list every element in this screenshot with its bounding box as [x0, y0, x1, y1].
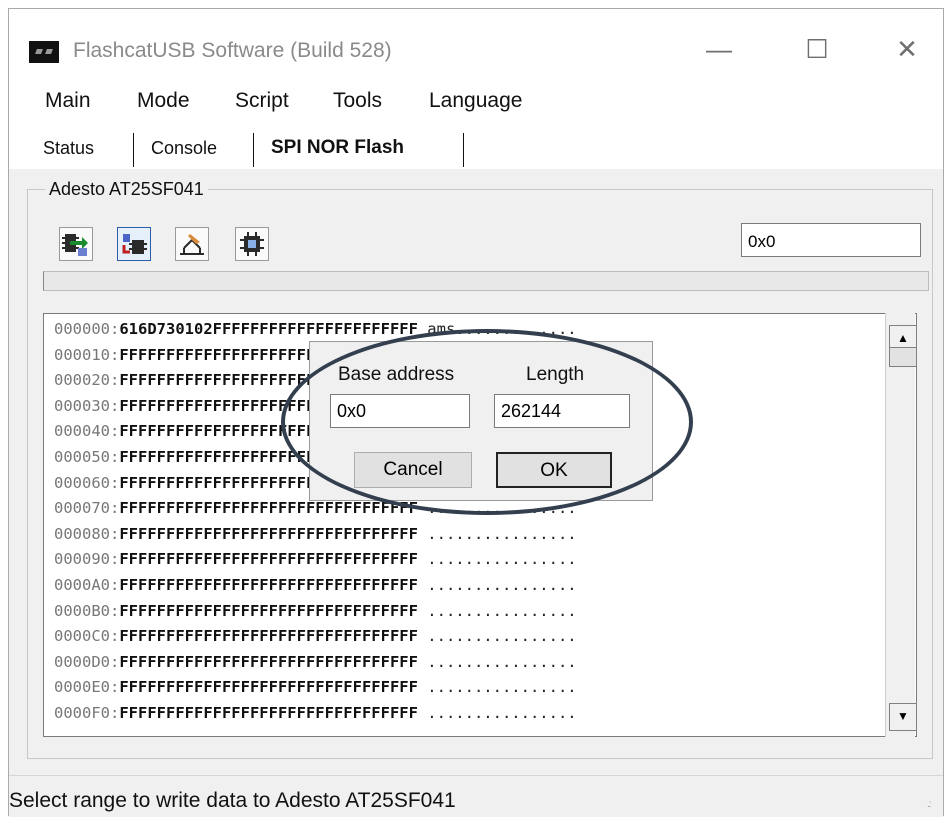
menu-script[interactable]: Script [235, 89, 289, 113]
menu-mode[interactable]: Mode [137, 89, 190, 113]
hex-row-address: 000060: [54, 473, 120, 492]
hex-row-bytes: FFFFFFFFFFFFFFFFFFFFFFFFFFFFFFFF [119, 576, 418, 594]
menu-bar: Main Mode Script Tools Language [9, 77, 943, 123]
hex-row-bytes: FFFFFFFFFFFFFFFFFFFFFFFFFFFFFFFF [119, 627, 418, 646]
hex-row-ascii: ................ [427, 524, 577, 543]
tab-divider [133, 133, 134, 167]
address-field[interactable]: 0x0 [741, 223, 921, 257]
length-label: Length [526, 364, 585, 385]
hex-row: 0000E0:FFFFFFFFFFFFFFFFFFFFFFFFFFFFFFFF … [54, 678, 577, 704]
hex-row-address: 000070: [54, 499, 120, 518]
hex-row-bytes: FFFFFFFFFFFFFFFFFFFFFFFFFFFFFFFF [119, 499, 418, 518]
ok-button[interactable]: OK [496, 452, 612, 488]
device-group-title: Adesto AT25SF041 [45, 179, 208, 200]
hex-row-address: 000090: [54, 550, 120, 569]
tab-status[interactable]: Status [43, 131, 94, 165]
hex-row-address: 0000D0: [54, 652, 120, 671]
minimize-button[interactable]: — [697, 31, 741, 67]
status-text: Select range to write data to Adesto AT2… [9, 789, 456, 812]
hex-row: 000070:FFFFFFFFFFFFFFFFFFFFFFFFFFFFFFFF … [54, 499, 577, 525]
hex-row: 0000C0:FFFFFFFFFFFFFFFFFFFFFFFFFFFFFFFF … [54, 627, 577, 653]
hex-row-bytes: FFFFFFFFFFFFFFFFFFFFFFFFFFFFFFFF [119, 678, 418, 697]
tab-divider [463, 133, 464, 167]
hex-row-address: 000000: [54, 320, 120, 338]
hex-row-ascii: ................ [427, 550, 577, 569]
base-address-input[interactable]: 0x0 [330, 394, 470, 428]
hex-row-ascii: ................ [427, 678, 577, 697]
vertical-scrollbar[interactable] [885, 313, 915, 737]
close-button[interactable]: ✕ [885, 31, 929, 67]
read-chip-icon [62, 234, 88, 256]
tab-strip: Status Console SPI NOR Flash [9, 123, 943, 169]
read-chip-button[interactable] [59, 227, 93, 261]
hex-row-gap [418, 627, 427, 645]
app-cat-icon [29, 41, 59, 63]
hex-row-address: 000020: [54, 371, 120, 390]
hex-row-address: 000010: [54, 345, 120, 364]
hex-row-bytes: FFFFFFFFFFFFFFFFFFFFFFFFFFFFFFFF [119, 652, 418, 671]
app-window: FlashcatUSB Software (Build 528) — ☐ ✕ M… [8, 8, 944, 817]
maximize-button[interactable]: ☐ [795, 31, 839, 67]
tab-spi-nor-flash[interactable]: SPI NOR Flash [271, 131, 404, 165]
tab-console[interactable]: Console [151, 131, 217, 165]
hex-row-address: 0000E0: [54, 678, 120, 697]
hex-row-gap [418, 653, 427, 671]
hex-row-address: 0000A0: [54, 576, 120, 594]
range-dialog: Base address Length 0x0 262144 Cancel OK [309, 341, 653, 501]
write-chip-button[interactable] [117, 227, 151, 261]
menu-language[interactable]: Language [429, 89, 522, 113]
hex-row-gap [418, 704, 427, 722]
verify-chip-button[interactable] [235, 227, 269, 261]
hex-row-address: 000080: [54, 524, 120, 543]
hex-row-ascii: ................ [427, 627, 577, 646]
hex-row: 000080:FFFFFFFFFFFFFFFFFFFFFFFFFFFFFFFF … [54, 525, 577, 551]
hex-row-gap [418, 550, 427, 568]
menu-tools[interactable]: Tools [333, 89, 382, 113]
hex-row-ascii: ................ [427, 601, 577, 620]
hex-row-bytes: FFFFFFFFFFFFFFFFFFFFFFFFFFFFFFFF [119, 524, 418, 543]
hex-row: 000090:FFFFFFFFFFFFFFFFFFFFFFFFFFFFFFFF … [54, 550, 577, 576]
erase-chip-button[interactable] [175, 227, 209, 261]
window-title: FlashcatUSB Software (Build 528) [73, 39, 392, 62]
base-address-label: Base address [338, 364, 455, 385]
erase-chip-icon [180, 234, 204, 255]
hex-row-gap [418, 678, 427, 696]
resize-grip-icon[interactable]: .: [927, 799, 931, 810]
hex-row-address: 000040: [54, 422, 120, 441]
hex-row-bytes: FFFFFFFFFFFFFFFFFFFFFFFFFFFFFFFF [119, 550, 418, 569]
progress-bar [43, 271, 929, 291]
hex-row-bytes: 616D730102FFFFFFFFFFFFFFFFFFFFFF [119, 320, 418, 338]
menu-main[interactable]: Main [45, 89, 91, 113]
verify-chip-icon [240, 232, 264, 256]
hex-row: 0000A0:FFFFFFFFFFFFFFFFFFFFFFFFFFFFFFFF … [54, 576, 577, 602]
cancel-button[interactable]: Cancel [354, 452, 472, 488]
hex-row-address: 000030: [54, 396, 120, 415]
hex-row-ascii: ................ [427, 576, 577, 594]
hex-row-bytes: FFFFFFFFFFFFFFFFFFFFFFFFFFFFFFFF [119, 704, 418, 722]
title-bar: FlashcatUSB Software (Build 528) — ☐ ✕ [9, 9, 943, 77]
hex-row: 0000D0:FFFFFFFFFFFFFFFFFFFFFFFFFFFFFFFF … [54, 653, 577, 679]
hex-row-address: 0000C0: [54, 627, 120, 646]
hex-row-ascii: ................ [427, 704, 577, 722]
hex-row: 0000F0:FFFFFFFFFFFFFFFFFFFFFFFFFFFFFFFF … [54, 704, 577, 730]
hex-row-bytes: FFFFFFFFFFFFFFFFFFFFFFFFFFFFFFFF [119, 601, 418, 620]
hex-row-ascii: ................ [427, 499, 577, 518]
hex-row-ascii: ................ [427, 652, 577, 671]
hex-row-address: 000050: [54, 448, 120, 466]
hex-row-gap [418, 602, 427, 620]
hex-row-address: 0000F0: [54, 704, 120, 722]
scroll-thumb[interactable] [889, 347, 917, 367]
hex-row: 0000B0:FFFFFFFFFFFFFFFFFFFFFFFFFFFFFFFF … [54, 602, 577, 628]
scroll-down-button[interactable]: ▼ [889, 703, 917, 731]
hex-row-ascii: ams............. [427, 320, 577, 338]
hex-row-gap [418, 499, 427, 517]
tab-divider [253, 133, 254, 167]
hex-row-gap [418, 576, 427, 594]
hex-row-gap [418, 320, 427, 338]
write-chip-icon [122, 234, 147, 254]
hex-row-address: 0000B0: [54, 601, 120, 620]
length-input[interactable]: 262144 [494, 394, 630, 428]
hex-row-gap [418, 525, 427, 543]
